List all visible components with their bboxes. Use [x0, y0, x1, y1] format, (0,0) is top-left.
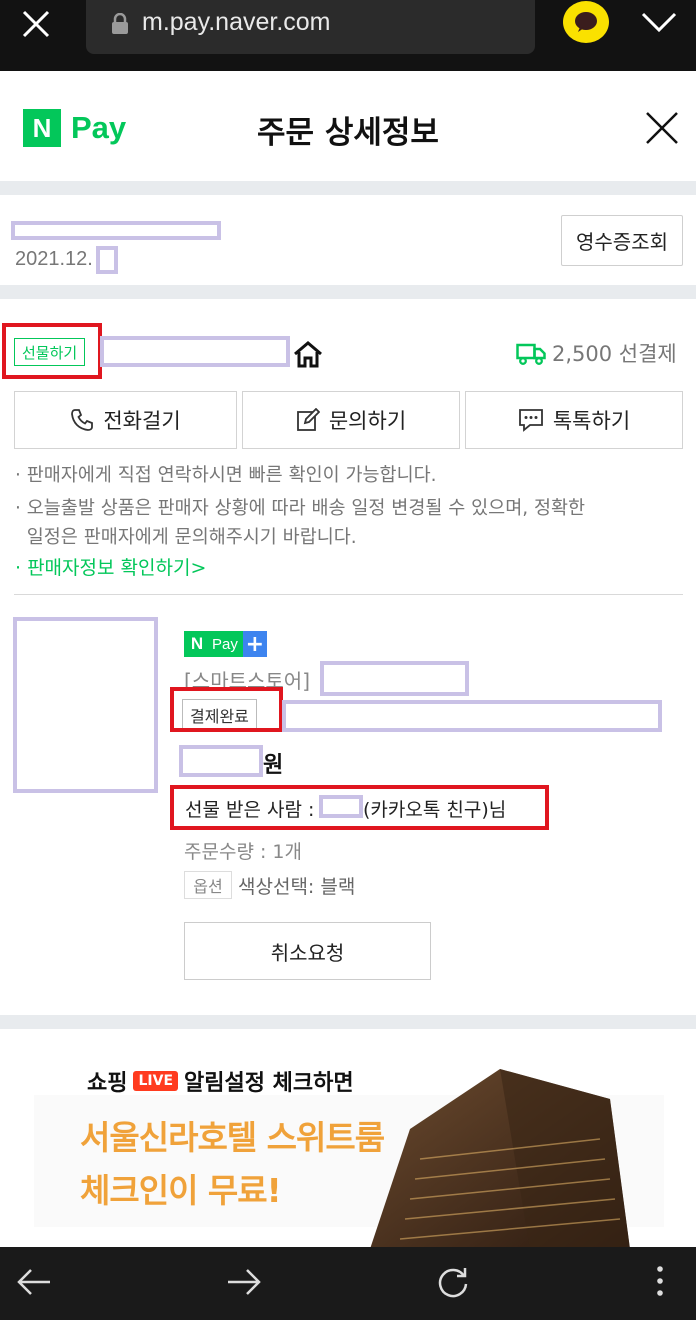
banner-line-2: 체크인이 무료!	[80, 1171, 282, 1210]
section-divider	[0, 181, 696, 195]
banner-prefix: 쇼핑	[87, 1071, 128, 1096]
call-button[interactable]: 전화걸기	[14, 391, 237, 449]
forward-arrow-icon[interactable]	[226, 1267, 262, 1297]
banner-headline-top: 쇼핑 LIVE 알림설정 체크하면	[87, 1065, 354, 1097]
page-header: N Pay 주문 상세정보	[0, 71, 696, 181]
live-badge: LIVE	[133, 1071, 179, 1091]
page-title: 주문 상세정보	[257, 115, 439, 151]
price-unit: 원	[263, 753, 284, 778]
browser-top-bar: m.pay.naver.com	[0, 0, 696, 71]
banner-line-1: 서울신라호텔 스위트룸	[80, 1118, 385, 1157]
plus-icon: +	[242, 631, 267, 657]
section-divider	[0, 1015, 696, 1029]
npay-plus-badge: N Pay +	[184, 631, 267, 657]
cancel-request-button[interactable]: 취소요청	[184, 922, 431, 980]
redacted-price	[179, 745, 263, 777]
highlight-box	[170, 785, 549, 830]
notice-text: · 오늘출발 상품은 판매자 상황에 따라 배송 일정 변경될 수 있으며, 정…	[15, 498, 586, 519]
chevron-down-icon[interactable]	[640, 8, 678, 36]
order-date: 2021.12.	[15, 248, 93, 270]
receipt-button[interactable]: 영수증조회	[561, 215, 683, 266]
highlight-box	[170, 687, 283, 732]
highlight-box	[2, 323, 102, 379]
talk-talk-button-label: 톡톡하기	[552, 409, 631, 433]
home-icon[interactable]	[292, 340, 324, 368]
chat-icon	[518, 409, 543, 432]
kakaotalk-icon[interactable]	[563, 1, 609, 43]
talk-talk-button[interactable]: 톡톡하기	[465, 391, 683, 449]
url-text: m.pay.naver.com	[142, 8, 331, 36]
redacted-date-day	[96, 246, 118, 274]
phone-icon	[71, 409, 94, 431]
product-image[interactable]	[13, 617, 158, 793]
inquiry-button[interactable]: 문의하기	[242, 391, 460, 449]
divider	[14, 594, 683, 595]
option-value: 색상선택: 블랙	[238, 876, 356, 898]
redacted-store	[320, 661, 469, 696]
lock-icon	[112, 13, 128, 34]
banner-headline: 알림설정 체크하면	[184, 1071, 354, 1096]
promo-banner[interactable]: 쇼핑 LIVE 알림설정 체크하면 서울신라호텔 스위트룸 체크인이 무료!	[0, 1029, 696, 1247]
truck-icon	[516, 343, 546, 365]
close-icon[interactable]	[645, 111, 679, 145]
redacted-product-name	[282, 700, 662, 732]
option-tag: 옵션	[184, 871, 232, 899]
notice-text: · 판매자에게 직접 연락하시면 빠른 확인이 가능합니다.	[15, 465, 437, 486]
browser-bottom-bar	[0, 1247, 696, 1320]
npay-plus-pay: Pay	[210, 631, 243, 657]
npay-plus-n: N	[184, 631, 210, 657]
seller-info-link[interactable]: · 판매자정보 확인하기>	[15, 554, 206, 582]
notice-text: 일정은 판매자에게 문의해주시기 바랍니다.	[15, 527, 357, 548]
order-quantity: 주문수량 : 1개	[184, 841, 302, 863]
more-icon[interactable]	[652, 1261, 668, 1301]
address-bar[interactable]: m.pay.naver.com	[86, 0, 535, 54]
refresh-icon[interactable]	[436, 1265, 470, 1299]
call-button-label: 전화걸기	[103, 409, 181, 433]
redacted-store-name	[100, 336, 290, 367]
inquiry-button-label: 문의하기	[328, 409, 407, 433]
shipping-fee: 2,500 선결제	[552, 342, 677, 366]
close-icon[interactable]	[18, 6, 54, 42]
edit-icon	[296, 408, 320, 431]
section-divider	[0, 285, 696, 299]
redacted-order-number	[11, 221, 221, 240]
back-arrow-icon[interactable]	[16, 1267, 52, 1297]
